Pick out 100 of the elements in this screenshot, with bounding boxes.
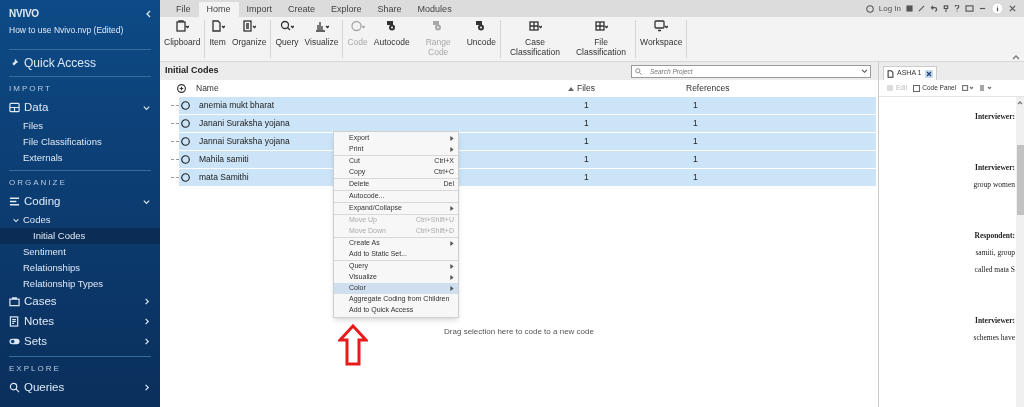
sort-arrow-icon: [568, 85, 574, 91]
sidebar-group[interactable]: Coding: [0, 191, 160, 212]
sidebar-item[interactable]: Codes: [0, 211, 160, 228]
folder-icon: [9, 296, 20, 308]
sidebar-group[interactable]: Sets: [0, 331, 160, 352]
ribbon-button[interactable]: Query: [272, 20, 302, 58]
sidebar-item[interactable]: Relationships: [0, 259, 160, 276]
section-heading: EXPLORE: [8, 362, 62, 375]
sidebar-group[interactable]: Cases: [0, 291, 160, 312]
close-icon[interactable]: [1009, 5, 1016, 12]
menu-tab[interactable]: Import: [238, 2, 281, 17]
column-header[interactable]: References: [686, 81, 730, 95]
scrollbar[interactable]: [1016, 97, 1024, 407]
sidebar-item[interactable]: Initial Codes: [0, 227, 160, 244]
ribbon-button[interactable]: Clipboard: [161, 20, 204, 58]
collapse-icon[interactable]: [145, 9, 151, 18]
code-name: Janani Suraksha yojana: [199, 117, 290, 128]
sidebar-item[interactable]: Files: [0, 117, 160, 134]
list-icon: [9, 196, 20, 208]
menu-tab[interactable]: Explore: [323, 2, 370, 17]
login-link[interactable]: Log In: [878, 2, 901, 15]
group-label: Notes: [24, 314, 55, 330]
files-count: 1: [584, 153, 589, 164]
circle-icon: [350, 20, 365, 32]
ribbon-button[interactable]: Case Classification: [502, 20, 568, 58]
ribbon-button[interactable]: File Classification: [568, 20, 634, 58]
monitor-icon: [654, 20, 669, 32]
code-name: mata Samithi: [199, 171, 249, 182]
project-name: How to use Nvivo.nvp (Edited): [8, 24, 125, 37]
menu-tab[interactable]: Modules: [409, 2, 460, 17]
ribbon-button[interactable]: Autocode: [370, 20, 413, 58]
chevron-right-icon[interactable]: [142, 317, 151, 327]
references-count: 1: [693, 134, 698, 148]
code-circle-icon: [181, 100, 190, 110]
scroll-up-icon[interactable]: [1017, 100, 1023, 105]
minimize-icon[interactable]: [979, 5, 986, 12]
menu-tab[interactable]: Home: [198, 2, 239, 17]
search-icon: [9, 382, 20, 394]
undo-icon[interactable]: [930, 5, 938, 12]
close-icon[interactable]: [924, 69, 933, 78]
chevron-down-icon[interactable]: [142, 197, 151, 207]
sidebar-group[interactable]: Notes: [0, 311, 160, 332]
globe-icon[interactable]: [865, 4, 874, 13]
code-row[interactable]: Janani Suraksha yojana 1 1: [179, 114, 876, 132]
files-count: 1: [584, 99, 589, 110]
references-count: 1: [693, 116, 698, 130]
edit-icon: [887, 85, 893, 91]
ribbon-button[interactable]: Workspace: [637, 20, 686, 58]
menu-tab[interactable]: Share: [369, 2, 410, 17]
chevron-down-icon[interactable]: [142, 103, 151, 113]
checkbox[interactable]: [913, 84, 921, 92]
pin-icon[interactable]: [943, 5, 949, 12]
sidebar-group[interactable]: Queries: [0, 377, 160, 398]
view-icon[interactable]: [962, 85, 975, 91]
chevron-right-icon[interactable]: [142, 337, 151, 347]
search-icon: [280, 20, 294, 32]
group-label: Coding: [24, 194, 61, 210]
group-label: Sets: [24, 334, 47, 350]
menu-tab[interactable]: File: [168, 2, 199, 17]
ribbon-button[interactable]: Organize: [228, 20, 270, 58]
sidebar-item[interactable]: Sentiment: [0, 243, 160, 260]
ribbon-button[interactable]: Visualize: [301, 20, 342, 58]
references-count: 1: [693, 98, 698, 112]
code-row[interactable]: anemia mukt bharat 1 1: [179, 96, 876, 114]
code-circle-icon: [181, 172, 190, 182]
sidebar-group[interactable]: Data: [0, 97, 160, 118]
collapse-ribbon-icon[interactable]: [1012, 54, 1020, 60]
chevron-down-icon: [861, 68, 868, 74]
document-icon: [887, 69, 894, 78]
pen-icon[interactable]: [918, 5, 925, 12]
ribbon-button[interactable]: Item: [206, 20, 229, 58]
window-icon[interactable]: [965, 5, 974, 12]
column-header[interactable]: Files: [577, 82, 595, 93]
save-icon[interactable]: [906, 5, 913, 12]
sidebar-item[interactable]: Externals: [0, 149, 160, 166]
section-heading: ORGANIZE: [8, 176, 68, 189]
sidebar-item[interactable]: File Classifications: [0, 133, 160, 150]
drop-hint: Drag selection here to code to a new code: [444, 326, 594, 338]
scrollbar-thumb[interactable]: [1016, 145, 1024, 215]
chevron-right-icon[interactable]: [142, 297, 151, 307]
chevron-right-icon[interactable]: [142, 383, 151, 393]
files-count: 1: [584, 117, 589, 128]
notes-icon: [9, 316, 20, 328]
sidebar-item[interactable]: Relationship Types: [0, 275, 160, 292]
code-name: Jannai Suraksha yojana: [199, 135, 290, 146]
chart-icon: [314, 20, 329, 32]
classification-icon: [594, 20, 608, 32]
app-logo: NVIVO: [9, 7, 39, 21]
help-icon[interactable]: [954, 5, 960, 12]
quick-access-item[interactable]: Quick Access: [0, 49, 160, 76]
stripes-icon[interactable]: [980, 85, 993, 91]
up-arrow-drawing: [338, 324, 368, 366]
files-count: 1: [584, 171, 589, 182]
column-header[interactable]: Name: [196, 82, 219, 93]
list-title: Initial Codes: [165, 64, 219, 78]
ribbon-button[interactable]: Uncode: [463, 20, 499, 58]
clipboard-icon: [175, 20, 190, 32]
menu-tab[interactable]: Create: [280, 2, 324, 17]
add-icon[interactable]: [177, 83, 186, 93]
code-circle-icon: [181, 136, 190, 146]
